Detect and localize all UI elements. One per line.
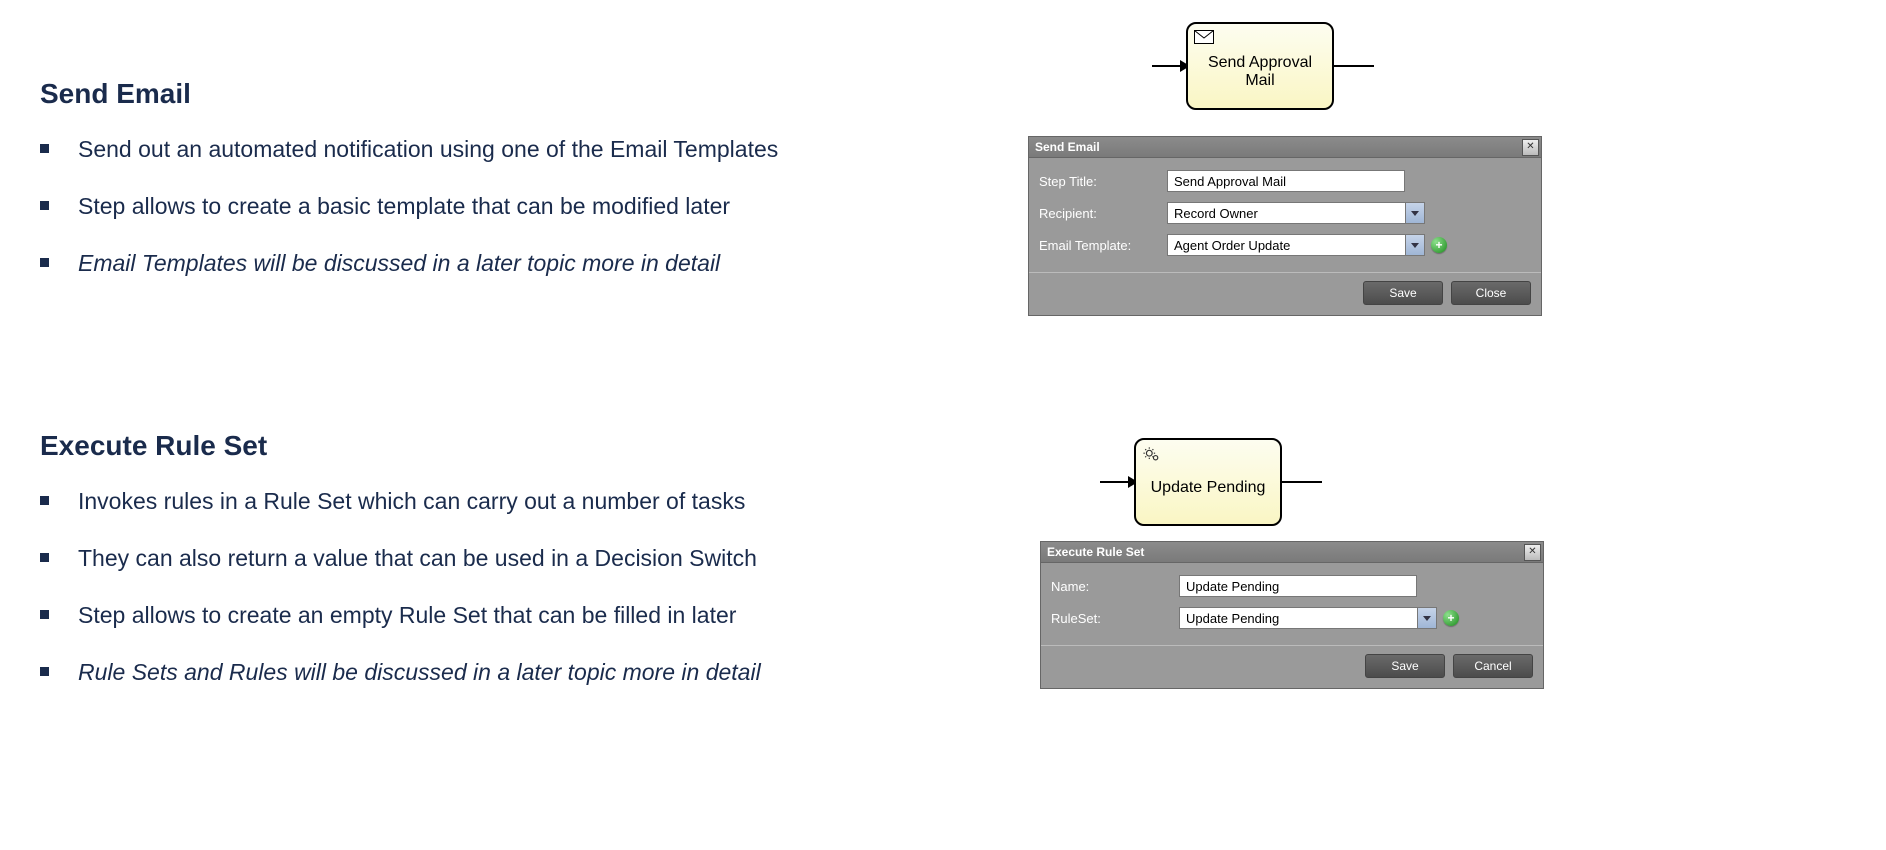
dialog-execute-rule-set: Execute Rule Set ✕ Name: RuleSet: + Save…: [1040, 541, 1544, 689]
arrow-out-icon: [1280, 481, 1322, 483]
name-input[interactable]: [1179, 575, 1417, 597]
gear-icon: [1142, 446, 1162, 462]
field-label-step-title: Step Title:: [1039, 174, 1167, 189]
workflow-node[interactable]: Send Approval Mail: [1186, 22, 1334, 110]
ruleset-combo[interactable]: [1179, 607, 1437, 629]
heading-execute-rule-set: Execute Rule Set: [40, 430, 980, 462]
workflow-node-label: Update Pending: [1142, 464, 1274, 518]
save-button[interactable]: Save: [1365, 654, 1445, 678]
step-title-input[interactable]: [1167, 170, 1405, 192]
email-template-input[interactable]: [1167, 234, 1405, 256]
dialog-send-email: Send Email ✕ Step Title: Recipient: Emai…: [1028, 136, 1542, 316]
add-icon[interactable]: +: [1443, 610, 1459, 626]
bullet-item: Send out an automated notification using…: [40, 134, 980, 165]
heading-send-email: Send Email: [40, 78, 980, 110]
workflow-node[interactable]: Update Pending: [1134, 438, 1282, 526]
dialog-titlebar[interactable]: Execute Rule Set ✕: [1041, 542, 1543, 563]
dialog-body: Step Title: Recipient: Email Template: +: [1029, 158, 1541, 272]
bullet-item: They can also return a value that can be…: [40, 543, 980, 574]
recipient-input[interactable]: [1167, 202, 1405, 224]
close-icon[interactable]: ✕: [1522, 139, 1539, 156]
workflow-node-update-pending: Update Pending: [1100, 438, 1322, 526]
workflow-node-send-approval: Send Approval Mail: [1152, 22, 1374, 110]
dialog-body: Name: RuleSet: +: [1041, 563, 1543, 645]
ruleset-input[interactable]: [1179, 607, 1417, 629]
field-label-ruleset: RuleSet:: [1051, 611, 1179, 626]
bullets-send-email: Send out an automated notification using…: [40, 134, 980, 279]
arrow-in-icon: [1152, 65, 1188, 67]
email-template-combo[interactable]: [1167, 234, 1425, 256]
field-ruleset: RuleSet: +: [1051, 607, 1533, 629]
close-button[interactable]: Close: [1451, 281, 1531, 305]
add-icon[interactable]: +: [1431, 237, 1447, 253]
mail-icon: [1194, 30, 1214, 46]
chevron-down-icon[interactable]: [1405, 202, 1425, 224]
dialog-title: Execute Rule Set: [1047, 545, 1144, 559]
section-execute-rule-set: Execute Rule Set Invokes rules in a Rule…: [40, 430, 980, 714]
workflow-node-label: Send Approval Mail: [1194, 48, 1326, 102]
dialog-titlebar[interactable]: Send Email ✕: [1029, 137, 1541, 158]
dialog-footer: Save Cancel: [1041, 645, 1543, 688]
field-email-template: Email Template: +: [1039, 234, 1531, 256]
recipient-combo[interactable]: [1167, 202, 1425, 224]
bullet-item: Step allows to create a basic template t…: [40, 191, 980, 222]
field-label-recipient: Recipient:: [1039, 206, 1167, 221]
dialog-title: Send Email: [1035, 140, 1100, 154]
field-label-email-template: Email Template:: [1039, 238, 1167, 253]
arrow-in-icon: [1100, 481, 1136, 483]
cancel-button[interactable]: Cancel: [1453, 654, 1533, 678]
arrow-out-icon: [1332, 65, 1374, 67]
field-name: Name:: [1051, 575, 1533, 597]
chevron-down-icon[interactable]: [1417, 607, 1437, 629]
field-label-name: Name:: [1051, 579, 1179, 594]
chevron-down-icon[interactable]: [1405, 234, 1425, 256]
bullet-item: Step allows to create an empty Rule Set …: [40, 600, 980, 631]
bullets-execute-rule-set: Invokes rules in a Rule Set which can ca…: [40, 486, 980, 688]
close-icon[interactable]: ✕: [1524, 544, 1541, 561]
field-step-title: Step Title:: [1039, 170, 1531, 192]
dialog-footer: Save Close: [1029, 272, 1541, 315]
field-recipient: Recipient:: [1039, 202, 1531, 224]
bullet-item: Rule Sets and Rules will be discussed in…: [40, 657, 980, 688]
save-button[interactable]: Save: [1363, 281, 1443, 305]
bullet-item: Email Templates will be discussed in a l…: [40, 248, 980, 279]
section-send-email: Send Email Send out an automated notific…: [40, 78, 980, 305]
bullet-item: Invokes rules in a Rule Set which can ca…: [40, 486, 980, 517]
